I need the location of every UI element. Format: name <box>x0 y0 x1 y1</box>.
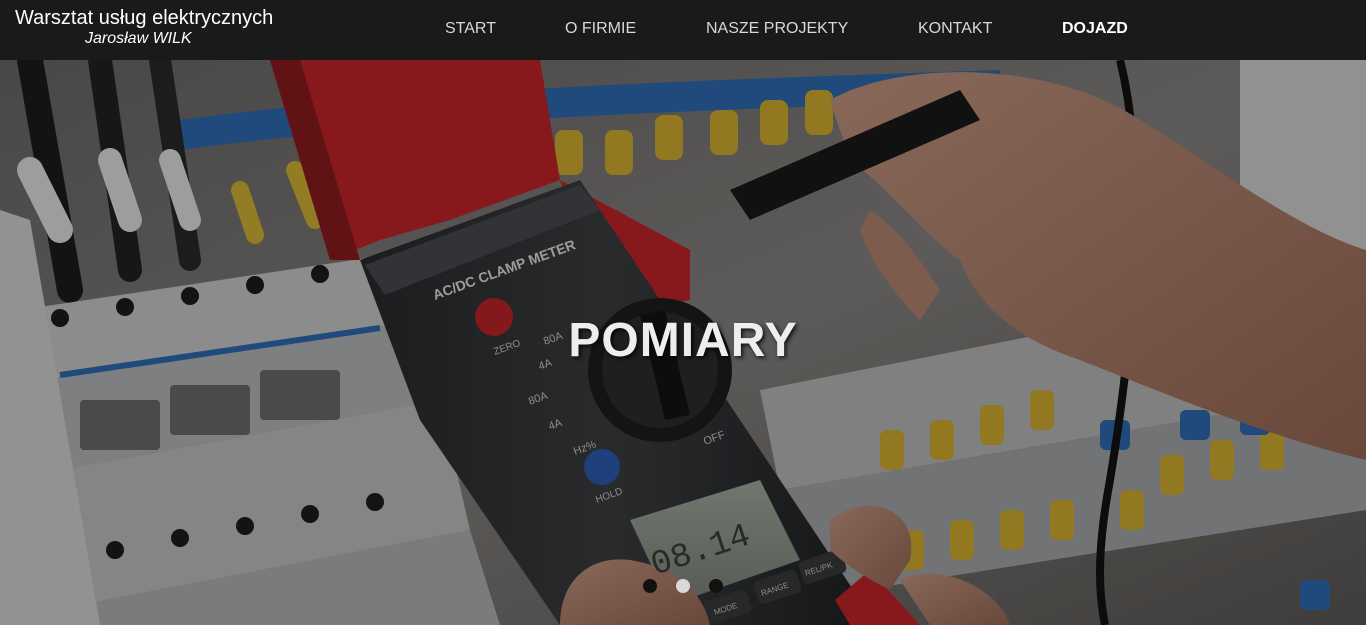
brand-subtitle: Jarosław WILK <box>85 30 192 47</box>
nav-item-o-firmie[interactable]: O FIRMIE <box>565 19 636 39</box>
hero-caption: POMIARY <box>568 314 798 367</box>
nav-item-start[interactable]: START <box>445 19 496 39</box>
nav-item-dojazd[interactable]: DOJAZD <box>1062 19 1128 39</box>
nav-item-nasze-projekty[interactable]: NASZE PROJEKTY <box>706 19 848 39</box>
carousel-dot-2[interactable] <box>676 579 690 593</box>
top-navbar: Warsztat usług elektrycznych Jarosław WI… <box>0 0 1366 60</box>
hero-carousel: AC/DC CLAMP METER ZERO HOLD 08.14 MODE R… <box>0 60 1366 625</box>
nav-item-kontakt[interactable]: KONTAKT <box>918 19 992 39</box>
brand-title: Warsztat usług elektrycznych <box>15 7 274 29</box>
carousel-dot-1[interactable] <box>643 579 657 593</box>
carousel-dot-3[interactable] <box>709 579 723 593</box>
brand[interactable]: Warsztat usług elektrycznych Jarosław WI… <box>15 6 273 48</box>
